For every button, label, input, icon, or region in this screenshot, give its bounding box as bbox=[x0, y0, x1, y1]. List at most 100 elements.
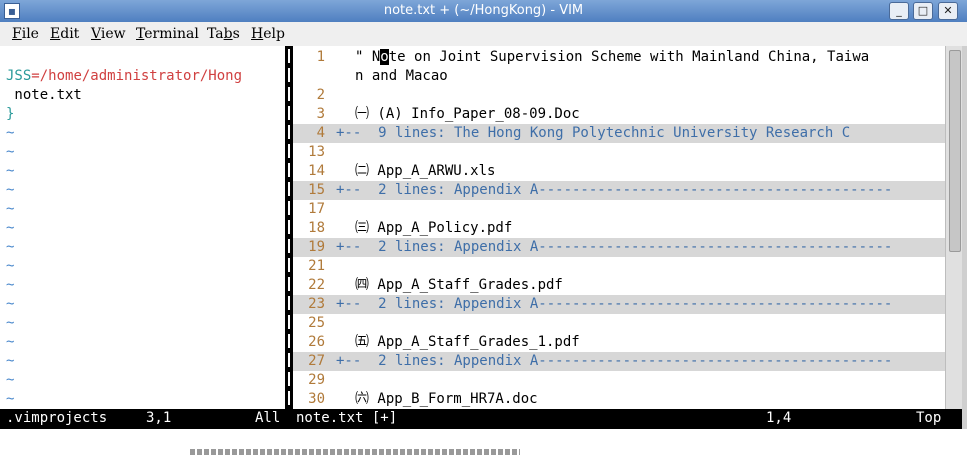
status-right-position: 1,4 bbox=[766, 410, 792, 426]
split-marker bbox=[288, 144, 290, 158]
line-number: 18 bbox=[308, 220, 325, 236]
project-root-name: JSS bbox=[6, 68, 32, 84]
folded-section[interactable]: +-- 2 lines: Appendix A-----------------… bbox=[336, 238, 892, 257]
text-line[interactable]: ㈡ App_A_ARWU.xls bbox=[355, 162, 495, 181]
window-title: note.txt + (~/HongKong) - VIM bbox=[383, 3, 584, 18]
menu-tabs[interactable]: Tabs bbox=[207, 26, 240, 42]
minimize-button[interactable]: _ bbox=[889, 2, 909, 20]
text-before-cursor: " N bbox=[355, 49, 381, 65]
split-marker bbox=[288, 372, 290, 386]
project-close-brace: } bbox=[6, 106, 15, 122]
text-line[interactable]: ㈣ App_A_Staff_Grades.pdf bbox=[355, 276, 563, 295]
split-marker bbox=[288, 258, 290, 272]
empty-line-tilde: ~ bbox=[6, 315, 15, 331]
command-line[interactable] bbox=[0, 429, 967, 455]
status-right-filename: note.txt [+] bbox=[296, 410, 398, 426]
note-buffer[interactable]: 1 " Note on Joint Supervision Scheme with… bbox=[293, 46, 962, 409]
menu-label-rest: dit bbox=[60, 26, 80, 42]
line-number: 21 bbox=[308, 258, 325, 274]
folded-section[interactable]: +-- 2 lines: Appendix A-----------------… bbox=[336, 295, 892, 314]
menu-accelerator: E bbox=[50, 26, 61, 42]
line-number: 14 bbox=[308, 163, 325, 179]
menu-accelerator: F bbox=[12, 26, 22, 42]
split-marker bbox=[288, 220, 290, 234]
folded-section[interactable]: +-- 2 lines: Appendix A-----------------… bbox=[336, 352, 892, 371]
vertical-split[interactable] bbox=[285, 46, 293, 409]
menu-label-pre: Ta bbox=[207, 26, 224, 42]
project-root-line[interactable]: JSS=/home/administrator/Hong bbox=[6, 67, 242, 86]
text-line[interactable]: ㈠ (A) Info_Paper_08-09.Doc bbox=[355, 105, 580, 124]
menu-label-rest: ile bbox=[21, 26, 39, 42]
empty-line-tilde: ~ bbox=[6, 163, 15, 179]
menu-bar: File Edit View Terminal Tabs Help bbox=[0, 22, 967, 47]
menu-label-rest: erminal bbox=[144, 26, 199, 42]
line-number: 13 bbox=[308, 144, 325, 160]
split-marker bbox=[288, 391, 290, 405]
empty-line-tilde: ~ bbox=[6, 353, 15, 369]
split-marker bbox=[288, 239, 290, 253]
folded-section[interactable]: +-- 2 lines: Appendix A-----------------… bbox=[336, 181, 892, 200]
menu-label-rest: iew bbox=[100, 26, 126, 42]
text-cursor: o bbox=[380, 49, 389, 65]
status-left-filename: .vimprojects bbox=[6, 410, 108, 426]
menu-label-rest: elp bbox=[263, 26, 285, 42]
split-marker bbox=[288, 201, 290, 215]
editor-area[interactable]: JSS=/home/administrator/Hong note.txt} ~ ~… bbox=[0, 46, 962, 409]
line-number: 1 bbox=[316, 49, 325, 65]
folded-section[interactable]: +-- 9 lines: The Hong Kong Polytechnic U… bbox=[336, 124, 850, 143]
menu-edit[interactable]: Edit bbox=[50, 26, 79, 42]
line-number: 29 bbox=[308, 372, 325, 388]
menu-view[interactable]: View bbox=[91, 26, 126, 42]
status-left-position: 3,1 bbox=[146, 410, 172, 426]
line-number: 19 bbox=[308, 239, 325, 255]
text-line[interactable]: ㈢ App_A_Policy.pdf bbox=[355, 219, 512, 238]
status-left-percent: All bbox=[255, 410, 281, 426]
command-line-residue bbox=[190, 449, 520, 455]
window-edge bbox=[962, 46, 967, 429]
empty-line-tilde: ~ bbox=[6, 391, 15, 407]
text-line[interactable]: " Note on Joint Supervision Scheme with … bbox=[355, 48, 869, 67]
split-marker bbox=[288, 182, 290, 196]
menu-help[interactable]: Help bbox=[251, 26, 285, 42]
split-marker bbox=[288, 334, 290, 348]
empty-line-tilde: ~ bbox=[6, 220, 15, 236]
text-after-cursor: te on Joint Supervision Scheme with Main… bbox=[388, 49, 870, 65]
empty-line-tilde: ~ bbox=[6, 372, 15, 388]
vertical-scrollbar[interactable] bbox=[945, 46, 963, 409]
text-line[interactable]: ㈥ App_B_Form_HR7A.doc bbox=[355, 390, 538, 409]
scrollbar-thumb[interactable] bbox=[949, 50, 961, 252]
empty-line-tilde: ~ bbox=[6, 296, 15, 312]
empty-line-tilde: ~ bbox=[6, 239, 15, 255]
text-line[interactable]: n and Macao bbox=[355, 67, 448, 86]
split-marker bbox=[288, 125, 290, 139]
project-pane[interactable]: JSS=/home/administrator/Hong note.txt} ~ ~… bbox=[0, 46, 285, 409]
close-button[interactable]: ✕ bbox=[938, 2, 958, 20]
line-number: 2 bbox=[316, 87, 325, 103]
split-marker bbox=[288, 106, 290, 120]
split-marker bbox=[288, 87, 290, 101]
empty-line-tilde: ~ bbox=[6, 201, 15, 217]
menu-accelerator: V bbox=[91, 26, 101, 42]
empty-line-tilde: ~ bbox=[6, 334, 15, 350]
split-marker bbox=[288, 315, 290, 329]
text-line[interactable]: ㈤ App_A_Staff_Grades_1.pdf bbox=[355, 333, 580, 352]
line-number: 4 bbox=[316, 125, 325, 141]
split-marker bbox=[288, 353, 290, 367]
maximize-button[interactable]: □ bbox=[913, 2, 933, 20]
empty-line-tilde: ~ bbox=[6, 182, 15, 198]
project-file-note[interactable]: note.txt bbox=[6, 86, 81, 105]
menu-label-rest: s bbox=[232, 26, 240, 42]
menu-file[interactable]: File bbox=[12, 26, 39, 42]
menu-terminal[interactable]: Terminal bbox=[136, 26, 199, 42]
line-number: 15 bbox=[308, 182, 325, 198]
project-root-path: /home/administrator/Hong bbox=[39, 68, 243, 84]
split-marker bbox=[288, 296, 290, 310]
line-number: 26 bbox=[308, 334, 325, 350]
line-number: 23 bbox=[308, 296, 325, 312]
line-number: 22 bbox=[308, 277, 325, 293]
line-number: 3 bbox=[316, 106, 325, 122]
empty-line-tilde: ~ bbox=[6, 277, 15, 293]
empty-line-tilde: ~ bbox=[6, 258, 15, 274]
project-root-eq: = bbox=[31, 68, 40, 84]
empty-line-tilde: ~ bbox=[6, 144, 15, 160]
